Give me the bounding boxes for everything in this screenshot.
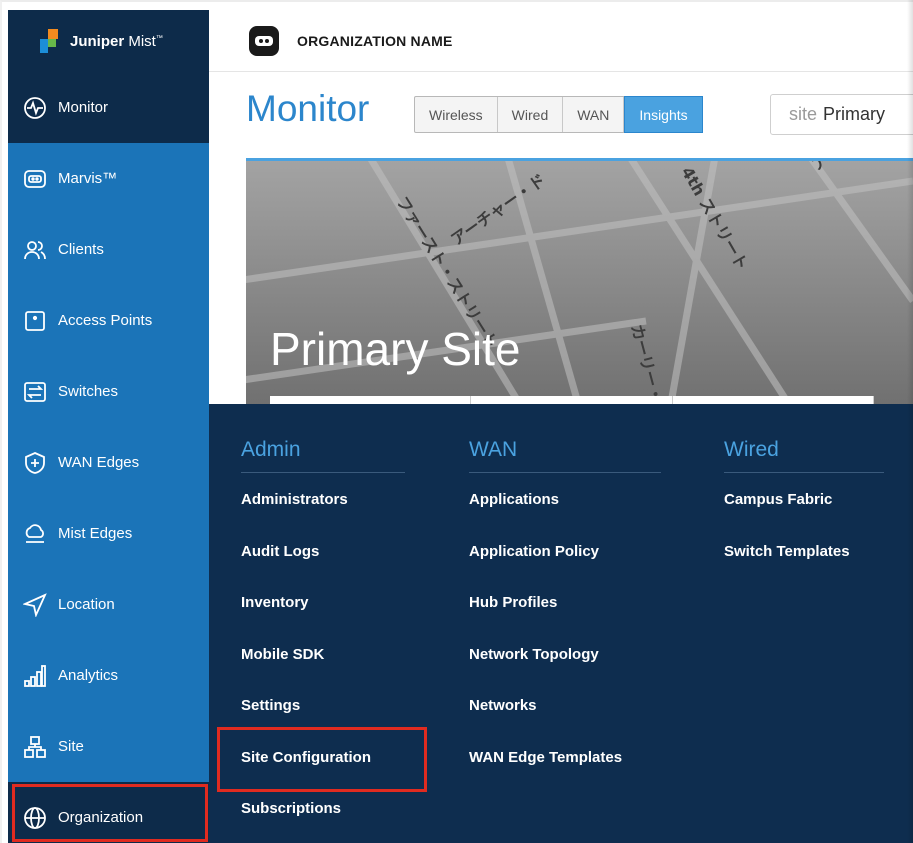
organization-menu: Admin Administrators Audit Logs Inventor… (209, 404, 913, 843)
juniper-logo-icon (40, 29, 64, 53)
tab-wan[interactable]: WAN (563, 97, 625, 132)
divider (241, 472, 405, 473)
site-summary-cards (270, 396, 874, 404)
brand-name-light: Mist (128, 32, 156, 50)
menu-item-campus-fabric[interactable]: Campus Fabric (724, 491, 832, 508)
sidebar-item-analytics[interactable]: Analytics (8, 640, 209, 711)
top-header: ORGANIZATION NAME (209, 10, 913, 72)
sidebar-item-switches[interactable]: Switches (8, 356, 209, 427)
sidebar-item-monitor[interactable]: Monitor (8, 72, 209, 143)
monitor-icon (22, 95, 48, 121)
sidebar-item-marvis[interactable]: Marvis™ (8, 143, 209, 214)
sidebar-item-label: Location (58, 596, 115, 613)
mist-edge-icon (22, 521, 48, 547)
map-streets: ファースト・ストリート アーチャー・ド 4th ストリート カーリー・ アリーナ (246, 161, 913, 418)
tab-wireless[interactable]: Wireless (415, 97, 498, 132)
sidebar-item-label: Analytics (58, 667, 119, 684)
access-point-icon (22, 308, 48, 334)
menu-item-settings[interactable]: Settings (241, 697, 300, 714)
sidebar-item-location[interactable]: Location (8, 569, 209, 640)
brand-logo[interactable]: Juniper Mist™ (8, 10, 209, 72)
brand-name: Juniper Mist™ (70, 33, 163, 50)
site-map-banner: ファースト・ストリート アーチャー・ド 4th ストリート カーリー・ アリーナ (246, 158, 913, 418)
sidebar-item-label: Mist Edges (58, 525, 133, 542)
sidebar-item-organization[interactable]: Organization (8, 782, 209, 843)
sidebar-item-label: Organization (58, 809, 144, 826)
menu-item-application-policy[interactable]: Application Policy (469, 543, 599, 560)
menu-item-subscriptions[interactable]: Subscriptions (241, 800, 341, 817)
brand-name-bold: Juniper (70, 32, 125, 50)
page-title: Monitor (246, 88, 370, 129)
menu-item-networks[interactable]: Networks (469, 697, 537, 714)
site-selector[interactable]: site Primary (770, 94, 913, 135)
menu-item-wan-edge-templates[interactable]: WAN Edge Templates (469, 749, 622, 766)
brand-trademark: ™ (155, 34, 163, 42)
sidebar-item-label: WAN Edges (58, 454, 140, 471)
menu-column-header: WAN (469, 438, 518, 461)
org-name[interactable]: ORGANIZATION NAME (297, 33, 453, 49)
sidebar-item-mist-edges[interactable]: Mist Edges (8, 498, 209, 569)
menu-item-applications[interactable]: Applications (469, 491, 559, 508)
switch-icon (22, 379, 48, 405)
marvis-icon (22, 166, 48, 192)
menu-column-header: Wired (724, 438, 779, 461)
sidebar-item-site[interactable]: Site (8, 711, 209, 782)
site-name-title: Primary Site (270, 323, 521, 375)
clients-icon (22, 237, 48, 263)
divider (724, 472, 884, 473)
site-icon (22, 734, 48, 760)
globe-icon (22, 805, 48, 831)
menu-item-administrators[interactable]: Administrators (241, 491, 348, 508)
tab-insights[interactable]: Insights (624, 96, 703, 133)
menu-item-mobile-sdk[interactable]: Mobile SDK (241, 646, 324, 663)
org-avatar-icon[interactable] (249, 25, 279, 56)
tab-wired[interactable]: Wired (498, 97, 564, 132)
sidebar: Juniper Mist™ Monitor Marvis™ Clients Ac… (8, 10, 209, 843)
menu-item-audit-logs[interactable]: Audit Logs (241, 543, 319, 560)
menu-item-hub-profiles[interactable]: Hub Profiles (469, 594, 557, 611)
site-selector-label: site (789, 104, 818, 124)
sidebar-item-label: Switches (58, 383, 119, 400)
analytics-icon (22, 663, 48, 689)
menu-column-header: Admin (241, 438, 301, 461)
monitor-view-tabs: Wireless Wired WAN Insights (414, 96, 703, 133)
menu-item-inventory[interactable]: Inventory (241, 594, 309, 611)
app-window: Juniper Mist™ Monitor Marvis™ Clients Ac… (0, 0, 913, 843)
menu-item-switch-templates[interactable]: Switch Templates (724, 543, 850, 560)
sidebar-item-label: Monitor (58, 99, 109, 116)
divider (469, 472, 661, 473)
sidebar-item-label: Access Points (58, 312, 153, 329)
location-icon (22, 592, 48, 618)
sidebar-item-access-points[interactable]: Access Points (8, 285, 209, 356)
site-selector-value: Primary (823, 104, 886, 124)
sidebar-item-label: Marvis™ (58, 170, 118, 187)
menu-item-site-configuration[interactable]: Site Configuration (241, 749, 371, 766)
sidebar-item-label: Clients (58, 241, 104, 258)
wan-edge-icon (22, 450, 48, 476)
sidebar-item-label: Site (58, 738, 84, 755)
sidebar-item-wan-edges[interactable]: WAN Edges (8, 427, 209, 498)
sidebar-item-clients[interactable]: Clients (8, 214, 209, 285)
menu-item-network-topology[interactable]: Network Topology (469, 646, 599, 663)
